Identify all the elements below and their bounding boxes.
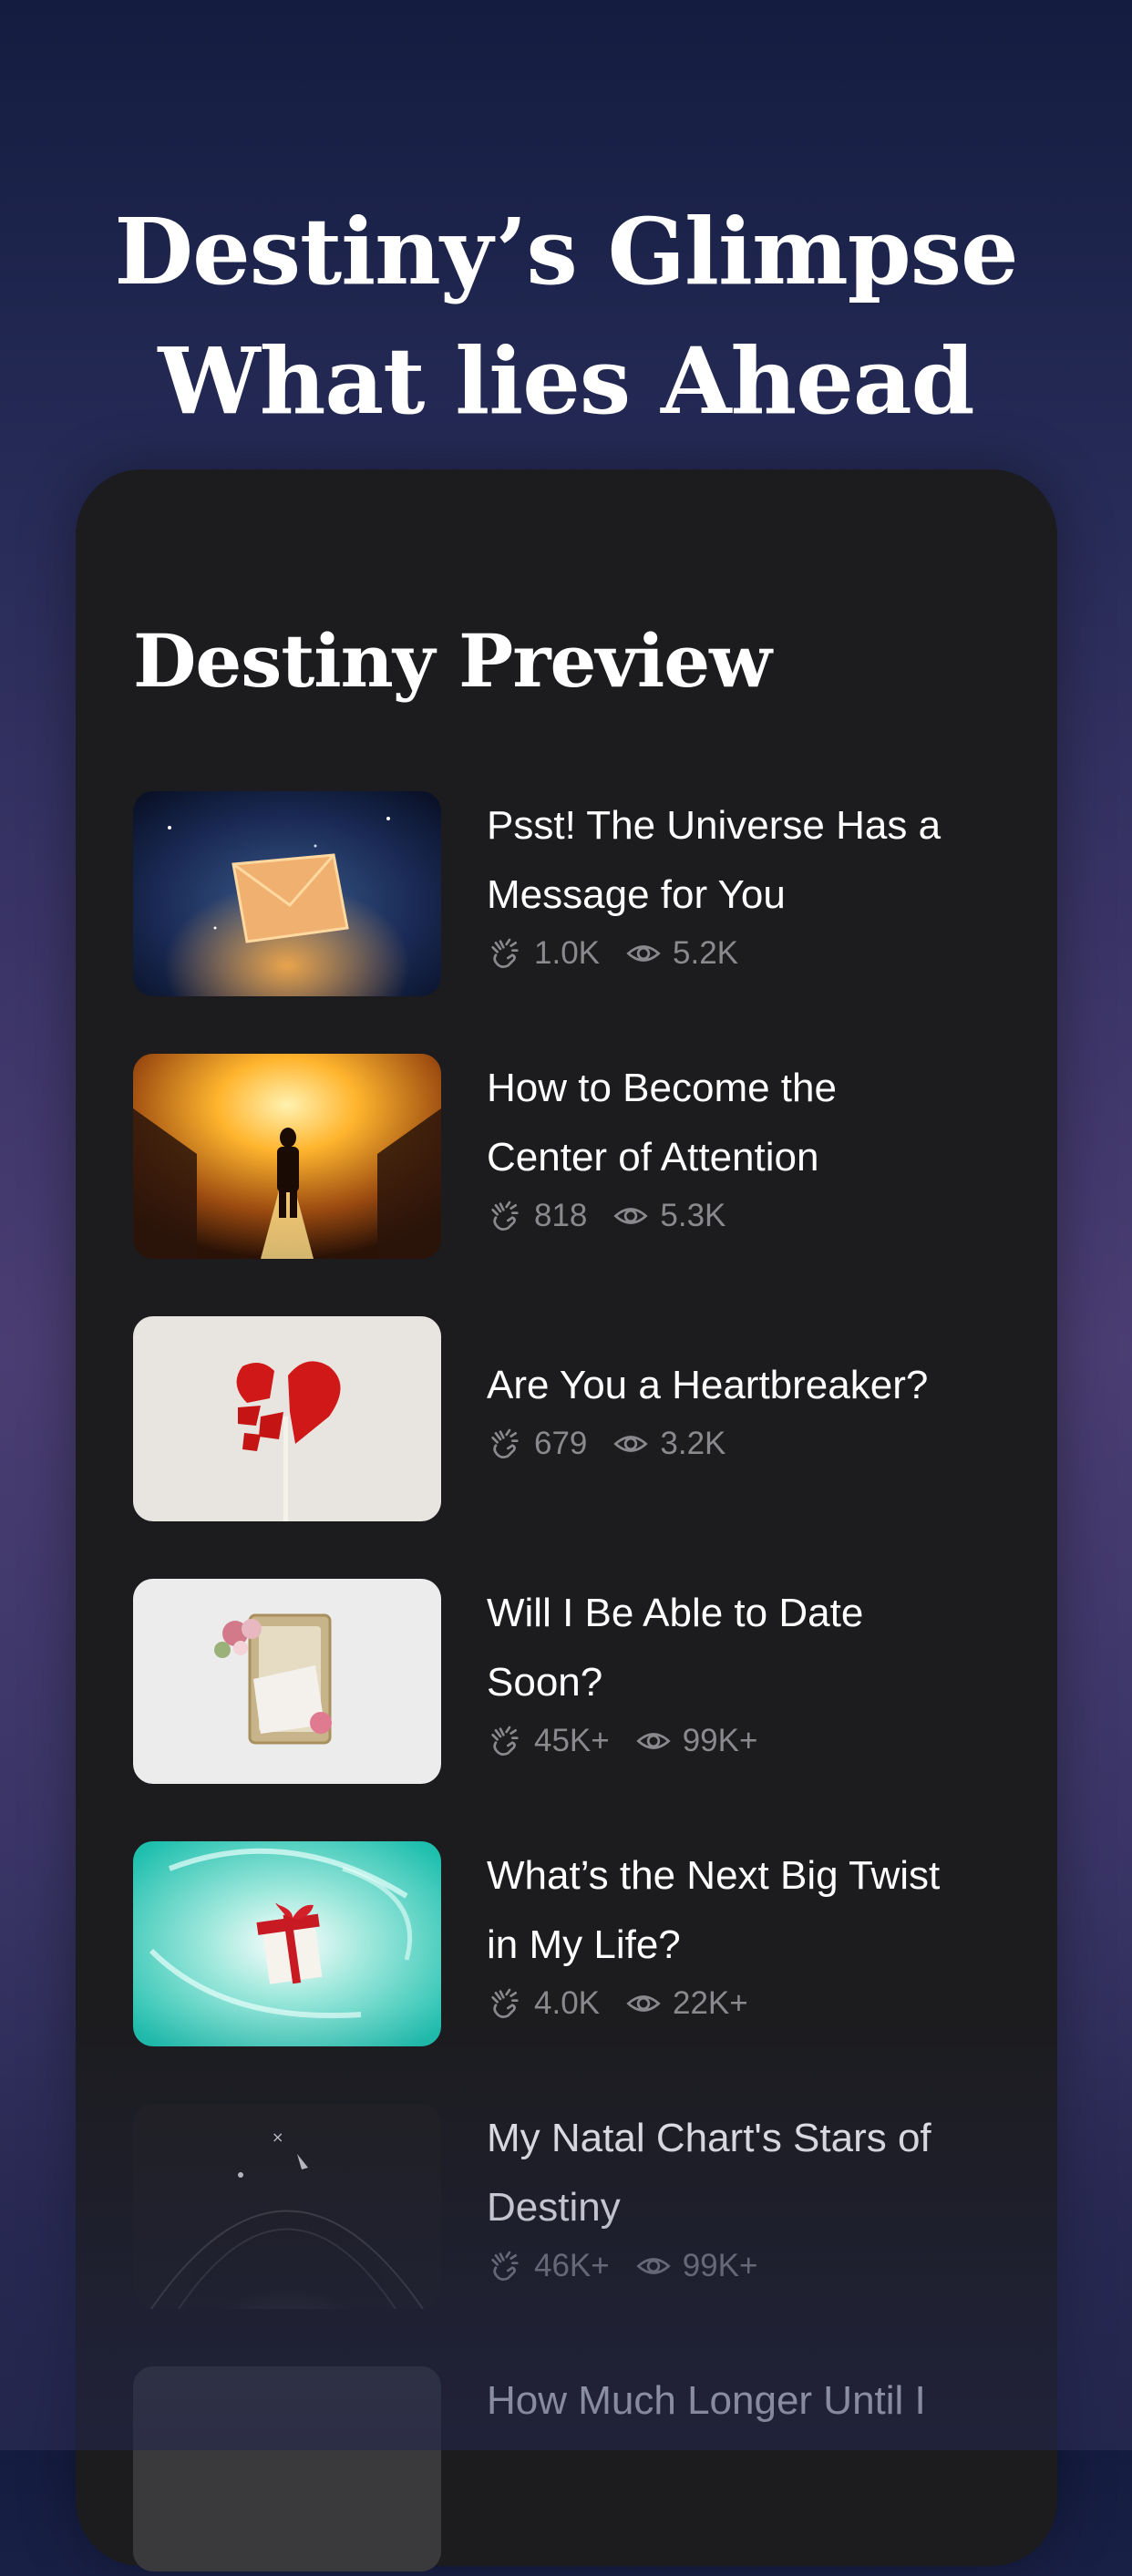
list-item[interactable]: How to Become the Center of Attention 81… (133, 1054, 1045, 1263)
item-title: Psst! The Universe Has a Message for You (487, 803, 942, 917)
item-title: Are You a Heartbreaker? (487, 1363, 929, 1407)
eye-icon (613, 1208, 649, 1224)
hero-title: Destiny’s Glimpse What lies Ahead (0, 187, 1132, 446)
card-title: Destiny Preview (133, 618, 772, 704)
views-stat: 5.2K (625, 935, 738, 972)
list-item[interactable]: How Much Longer Until I (133, 2366, 1045, 2576)
list-item[interactable]: Will I Be Able to Date Soon? 45K+ 99K+ (133, 1579, 1045, 1788)
clapping-hands-icon (491, 1988, 519, 2018)
views-stat: 22K+ (625, 1985, 748, 2022)
views-stat: 99K+ (635, 1723, 757, 1759)
eye-icon (613, 1436, 649, 1452)
item-stats: 679 3.2K (487, 1426, 1034, 1462)
claps-stat: 1.0K (487, 935, 600, 972)
hero-title-line1: Destiny’s Glimpse (114, 198, 1018, 305)
destiny-preview-card: Destiny Preview Psst! The Universe Has a… (76, 469, 1057, 2571)
eye-icon (636, 2258, 671, 2274)
thumbnail-dark (133, 2366, 441, 2571)
claps-stat: 46K+ (487, 2248, 610, 2284)
thumbnail-planet-orbit: × (133, 2104, 441, 2309)
svg-text:×: × (272, 2128, 283, 2146)
item-stats: 1.0K 5.2K (487, 935, 1034, 972)
item-stats: 46K+ 99K+ (487, 2248, 1034, 2284)
claps-stat: 818 (487, 1198, 587, 1234)
clapping-hands-icon (491, 1200, 519, 1231)
eye-icon (626, 945, 661, 962)
clapping-hands-icon (491, 2251, 519, 2281)
item-title: My Natal Chart's Stars of Destiny (487, 2116, 931, 2230)
list-item[interactable]: × My Natal Chart's Stars of Destiny 46K+… (133, 2104, 1045, 2313)
thumbnail-gift-swirl (133, 1841, 441, 2046)
clapping-hands-icon (491, 1428, 519, 1458)
item-title: How Much Longer Until I (487, 2378, 926, 2423)
list-item[interactable]: Are You a Heartbreaker? 679 3.2K (133, 1316, 1045, 1526)
eye-icon (626, 1995, 661, 2012)
item-stats: 4.0K 22K+ (487, 1985, 1034, 2022)
thumbnail-golden-path (133, 1054, 441, 1259)
item-title: What’s the Next Big Twist in My Life? (487, 1853, 941, 1967)
eye-icon (636, 1733, 671, 1749)
list-item[interactable]: What’s the Next Big Twist in My Life? 4.… (133, 1841, 1045, 2051)
views-stat: 5.3K (612, 1198, 726, 1234)
views-stat: 3.2K (612, 1426, 726, 1462)
item-title: How to Become the Center of Attention (487, 1066, 837, 1180)
item-stats: 818 5.3K (487, 1198, 1034, 1234)
clapping-hands-icon (491, 1726, 519, 1756)
hero-title-line2: What lies Ahead (158, 327, 974, 435)
claps-stat: 679 (487, 1426, 587, 1462)
claps-stat: 45K+ (487, 1723, 610, 1759)
list-item[interactable]: Psst! The Universe Has a Message for You… (133, 791, 1045, 1001)
thumbnail-envelope (133, 791, 441, 996)
item-title: Will I Be Able to Date Soon? (487, 1591, 864, 1705)
views-stat: 99K+ (635, 2248, 757, 2284)
thumbnail-floral-card (133, 1579, 441, 1784)
claps-stat: 4.0K (487, 1985, 600, 2022)
clapping-hands-icon (491, 938, 519, 968)
thumbnail-heart-lollipop (133, 1316, 441, 1521)
item-stats: 45K+ 99K+ (487, 1723, 1034, 1759)
